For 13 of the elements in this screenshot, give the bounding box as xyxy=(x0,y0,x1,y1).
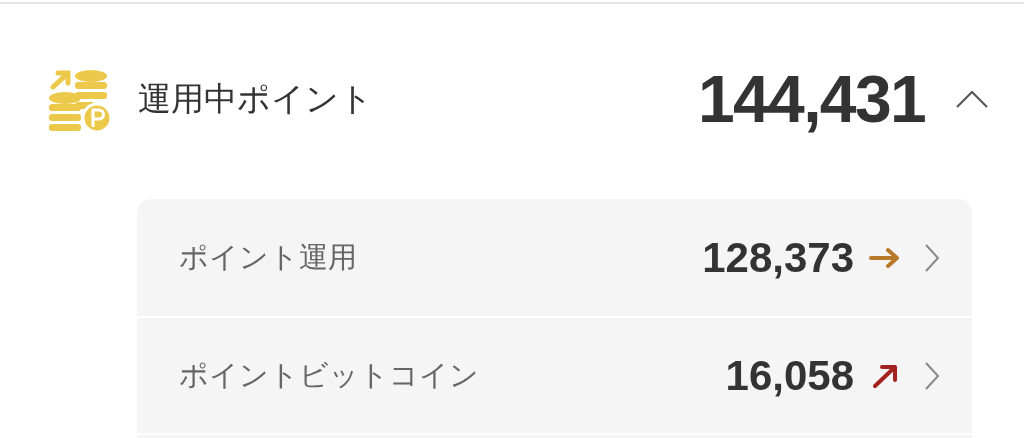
up-right-arrow-icon xyxy=(870,362,900,389)
section-title: 運用中ポイント xyxy=(138,79,373,120)
detail-row[interactable]: ポイントビットコイン 16,058 xyxy=(137,316,972,433)
chevron-up-icon[interactable] xyxy=(955,89,989,109)
row-value: 128,373 xyxy=(702,233,854,283)
row-label: ポイントビットコイン xyxy=(179,357,479,393)
chevron-right-icon xyxy=(924,242,940,273)
total-points: 144,431 xyxy=(697,60,925,138)
right-arrow-icon xyxy=(868,246,902,269)
chevron-right-icon xyxy=(924,360,940,391)
row-label: ポイント運用 xyxy=(179,239,357,275)
detail-row[interactable]: ポイント運用 128,373 xyxy=(137,199,972,316)
row-value: 16,058 xyxy=(725,351,854,401)
